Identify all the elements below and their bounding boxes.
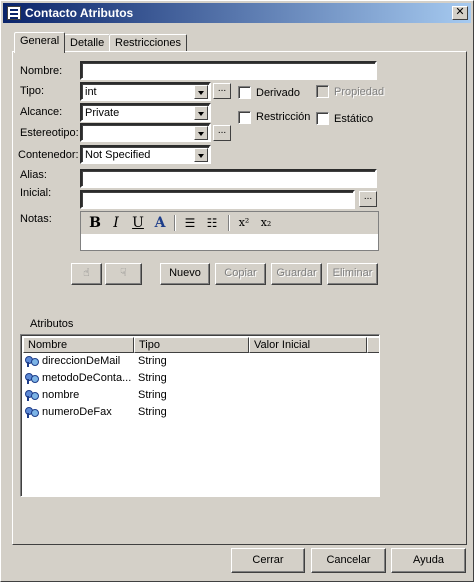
nombre-label: Nombre:	[20, 65, 63, 77]
attribute-icon	[24, 355, 40, 368]
italic-icon[interactable]: I	[107, 214, 125, 232]
column-header-tipo[interactable]: Tipo	[134, 337, 249, 353]
cerrar-button[interactable]: Cerrar	[231, 548, 305, 573]
column-header-nombre[interactable]: Nombre	[23, 337, 134, 353]
nuevo-button[interactable]: Nuevo	[160, 263, 210, 285]
notas-editor[interactable]: B I U A ☰ ☷ x² x₂	[80, 211, 379, 251]
estereotipo-label: Estereotipo:	[20, 127, 79, 139]
copiar-button[interactable]: Copiar	[215, 263, 266, 285]
toolbar-separator	[228, 215, 230, 231]
restriccion-label: Restricción	[256, 111, 311, 123]
tab-general[interactable]: General	[14, 32, 66, 53]
guardar-button[interactable]: Guardar	[271, 263, 322, 285]
estatico-label: Estático	[334, 113, 374, 125]
inicial-input[interactable]	[80, 190, 355, 209]
window-title: Contacto Atributos	[25, 6, 134, 20]
bold-icon[interactable]: B	[86, 214, 104, 232]
table-row[interactable]: direccionDeMail String	[24, 353, 374, 369]
hand-down-icon: ☟	[120, 267, 127, 279]
move-up-button[interactable]: ☝	[71, 263, 102, 285]
estereotipo-browse-button[interactable]: ...	[213, 125, 231, 141]
bullet-list-icon[interactable]: ☰	[181, 214, 199, 232]
propiedad-label: Propiedad	[334, 86, 385, 98]
restriccion-checkbox[interactable]	[238, 111, 251, 124]
tipo-label: Tipo:	[20, 85, 45, 97]
nombre-input[interactable]	[80, 61, 377, 80]
contenedor-value: Not Specified	[85, 149, 151, 161]
atributos-label: Atributos	[30, 318, 74, 330]
toolbar-separator	[174, 215, 176, 231]
column-header-filler	[367, 337, 379, 353]
alcance-label: Alcance:	[20, 106, 63, 118]
attribute-icon	[24, 372, 40, 385]
attribute-name: metodoDeConta...	[42, 372, 132, 384]
subscript-icon[interactable]: x₂	[257, 214, 275, 232]
table-row[interactable]: metodoDeConta... String	[24, 370, 374, 386]
inicial-browse-button[interactable]: ...	[359, 191, 377, 207]
alcance-dropdown-arrow-icon[interactable]	[194, 106, 208, 120]
propiedad-checkbox[interactable]	[316, 85, 329, 98]
inicial-label: Inicial:	[20, 187, 52, 199]
estatico-checkbox[interactable]	[316, 112, 329, 125]
derivado-label: Derivado	[256, 87, 301, 99]
alcance-value: Private	[85, 107, 120, 119]
tipo-dropdown-arrow-icon[interactable]	[194, 85, 208, 99]
attribute-type: String	[138, 389, 167, 401]
estereotipo-select[interactable]	[80, 123, 211, 142]
underline-icon[interactable]: U	[129, 214, 147, 232]
attribute-name: direccionDeMail	[42, 355, 121, 367]
numbered-list-icon[interactable]: ☷	[203, 214, 221, 232]
tipo-select[interactable]: int	[80, 82, 211, 101]
contenedor-select[interactable]: Not Specified	[80, 145, 211, 164]
attribute-name: nombre	[42, 389, 80, 401]
estereotipo-dropdown-arrow-icon[interactable]	[194, 126, 208, 140]
rich-text-toolbar: B I U A ☰ ☷ x² x₂	[81, 212, 378, 234]
attribute-type: String	[138, 406, 167, 418]
title-bar[interactable]: Contacto Atributos ✕	[3, 3, 471, 23]
tipo-value: int	[85, 86, 97, 98]
dialog-window: Contacto Atributos ✕ General Detalle Res…	[0, 0, 474, 582]
alias-label: Alias:	[20, 169, 47, 181]
contenedor-dropdown-arrow-icon[interactable]	[194, 148, 208, 162]
tab-restricciones[interactable]: Restricciones	[109, 34, 188, 52]
notas-label: Notas:	[20, 213, 52, 225]
contenedor-label: Contenedor:	[18, 149, 79, 161]
move-down-button[interactable]: ☟	[105, 263, 142, 285]
attribute-name: numeroDeFax	[42, 406, 112, 418]
table-row[interactable]: numeroDeFax String	[24, 404, 374, 420]
derivado-checkbox[interactable]	[238, 86, 251, 99]
alcance-select[interactable]: Private	[80, 103, 211, 122]
tipo-browse-button[interactable]: ...	[213, 83, 231, 99]
attribute-type: String	[138, 372, 167, 384]
font-color-icon[interactable]: A	[151, 214, 169, 232]
attribute-type: String	[138, 355, 167, 367]
attributes-list[interactable]: Nombre Tipo Valor Inicial direccionDeMai…	[20, 334, 380, 497]
tab-detalle[interactable]: Detalle	[64, 34, 111, 52]
attribute-icon	[24, 389, 40, 402]
app-icon	[7, 6, 21, 20]
eliminar-button[interactable]: Eliminar	[327, 263, 378, 285]
table-row[interactable]: nombre String	[24, 387, 374, 403]
close-button[interactable]: ✕	[452, 6, 468, 20]
alias-input[interactable]	[80, 169, 377, 188]
column-header-valor-inicial[interactable]: Valor Inicial	[249, 337, 367, 353]
cancelar-button[interactable]: Cancelar	[311, 548, 386, 573]
superscript-icon[interactable]: x²	[235, 214, 253, 232]
attribute-icon	[24, 406, 40, 419]
hand-up-icon: ☝	[83, 267, 90, 279]
ayuda-button[interactable]: Ayuda	[391, 548, 466, 573]
